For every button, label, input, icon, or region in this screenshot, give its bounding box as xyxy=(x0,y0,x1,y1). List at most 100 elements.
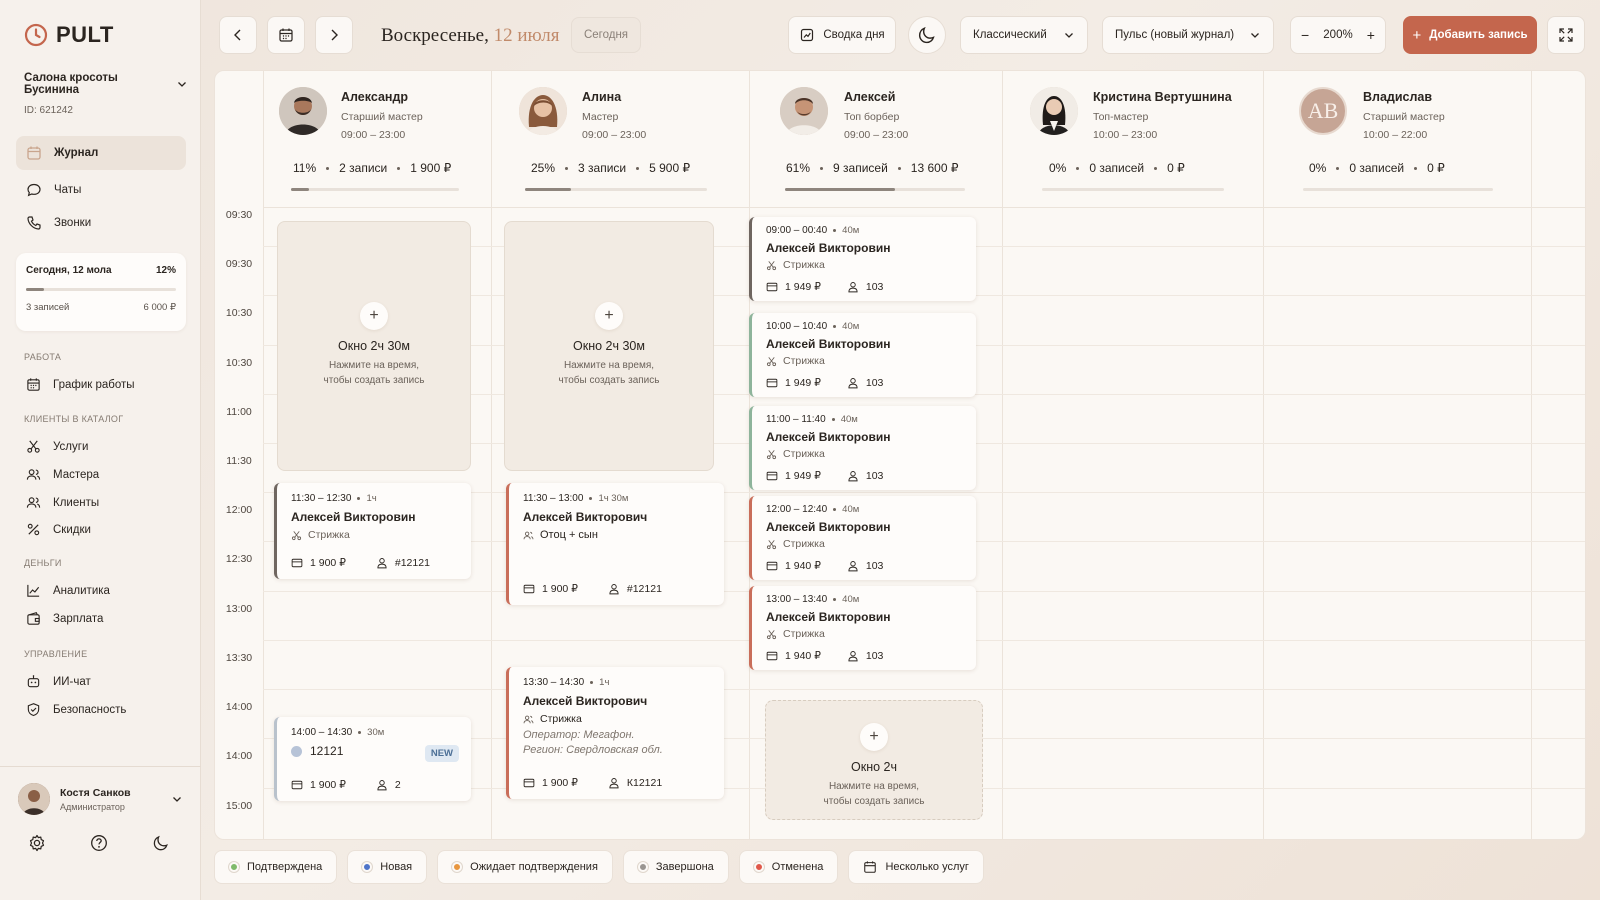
legend-cancelled[interactable]: Отменена xyxy=(738,850,839,884)
plus-icon[interactable]: + xyxy=(595,302,623,330)
appt-price: 1 900 ₽ xyxy=(542,583,578,595)
sidebar-item-analytics[interactable]: Аналитика xyxy=(26,583,110,598)
sidebar-item-salary[interactable]: Зарплата xyxy=(26,611,103,626)
sidebar-item-calls[interactable]: Звонки xyxy=(16,206,186,240)
appointment-card[interactable]: 11:00 – 11:40 40м Алексей Викторовин Стрижк… xyxy=(749,406,976,490)
time-label: 14:00 xyxy=(225,750,253,762)
sidebar-item-services[interactable]: Услуги xyxy=(26,439,88,454)
staff-amount: 13 600 ₽ xyxy=(910,161,959,175)
staff-hours: 10:00 – 23:00 xyxy=(1093,129,1158,141)
next-day-button[interactable] xyxy=(315,16,353,54)
journal-mode-select[interactable]: Пульс (новый журнал) xyxy=(1102,16,1274,54)
sidebar-item-label: График работы xyxy=(53,378,135,391)
user-icon xyxy=(848,561,858,572)
legend-label: Несколько услуг xyxy=(885,861,969,873)
free-slot-hint: чтобы создать запись xyxy=(558,375,660,386)
free-slot-hint: Нажмите на время, xyxy=(328,360,420,371)
time-label: 09:30 xyxy=(225,258,253,270)
staff-name: Александр xyxy=(341,90,409,104)
staff-records: 0 записей xyxy=(1089,161,1145,175)
user-menu[interactable]: Костя Санков Администратор xyxy=(18,783,183,815)
plus-icon[interactable]: + xyxy=(360,302,388,330)
chevron-left-icon xyxy=(234,29,241,41)
legend-confirmed[interactable]: Подтверждена xyxy=(214,850,338,884)
free-slot[interactable]: + Окно 2ч 30м Нажмите на время, чтобы со… xyxy=(504,221,714,471)
appointment-card[interactable]: 13:30 – 14:30 1ч Алексей Викторович Стриж… xyxy=(506,667,724,799)
free-slot[interactable]: + Окно 2ч 30м Нажмите на время, чтобы со… xyxy=(277,221,471,471)
prev-day-button[interactable] xyxy=(219,16,257,54)
staff-header-kristina[interactable]: Кристина Вертушнина Топ-мастер 10:00 – 2… xyxy=(1002,71,1263,207)
sidebar-item-schedule[interactable]: График работы xyxy=(26,377,135,392)
appt-client-name: Алексей Викторовин xyxy=(766,241,891,255)
card-icon xyxy=(766,378,778,388)
sidebar-item-masters[interactable]: Мастера xyxy=(26,467,99,482)
moon-icon[interactable] xyxy=(152,834,170,852)
appt-price: 1 949 ₽ xyxy=(785,377,821,389)
salon-selector[interactable]: Салона кросоты Бусинина ID: 621242 xyxy=(24,72,188,116)
calendar-picker-button[interactable] xyxy=(267,16,305,54)
appointment-card[interactable]: 11:30 – 12:30 1ч Алексей Викторовин Стриж… xyxy=(274,483,471,579)
section-management: УПРАВЛЕНИЕ xyxy=(24,649,88,659)
phone-icon xyxy=(27,216,41,230)
gear-icon[interactable] xyxy=(28,834,46,852)
appointment-card[interactable]: 12:00 – 12:40 40м Алексей Викторовин Стрижк… xyxy=(749,496,976,580)
sidebar-item-clients[interactable]: Клиенты xyxy=(26,495,99,510)
appt-client-name: Алексей Викторовин xyxy=(291,510,416,524)
appointment-card[interactable]: 13:00 – 13:40 40м Алексей Викторовин Стрижк… xyxy=(749,586,976,670)
staff-header-vladislav[interactable]: AB Владислав Старший мастер 10:00 – 22:0… xyxy=(1263,71,1531,207)
legend-multi-service[interactable]: Несколько услуг xyxy=(848,850,984,884)
user-icon xyxy=(377,780,387,791)
staff-header-alexander[interactable]: Александр Старший мастер 09:00 – 23:00 1… xyxy=(263,71,491,207)
logo[interactable]: PULT xyxy=(24,22,114,48)
today-progress-fill xyxy=(26,288,44,291)
sidebar-item-chats[interactable]: Чаты xyxy=(16,173,186,207)
legend-pending[interactable]: Ожидает подтверждения xyxy=(437,850,613,884)
free-slot[interactable]: + Окно 2ч Нажмите на время, чтобы создат… xyxy=(765,700,983,820)
staff-role: Мастер xyxy=(582,111,619,123)
time-label: 15:00 xyxy=(225,800,253,812)
staff-role: Топ-мастер xyxy=(1093,111,1149,123)
view-mode-value: Классический xyxy=(973,29,1047,41)
plus-icon[interactable]: + xyxy=(860,723,888,751)
legend-new[interactable]: Новая xyxy=(347,850,428,884)
users-icon xyxy=(26,497,41,508)
time-label: 12:30 xyxy=(225,553,253,565)
view-mode-select[interactable]: Классический xyxy=(960,16,1088,54)
zoom-value: 200% xyxy=(1323,29,1353,41)
sidebar-item-journal[interactable]: Журнал xyxy=(16,136,186,170)
staff-header-alina[interactable]: Алина Мастер 09:00 – 23:00 25% 3 записи … xyxy=(491,71,749,207)
staff-load-bar xyxy=(785,188,965,191)
appointment-card[interactable]: 10:00 – 10:40 40м Алексей Викторовин Стрижк… xyxy=(749,313,976,397)
zoom-in-button[interactable]: + xyxy=(1367,27,1375,43)
sidebar-item-ai-chat[interactable]: ИИ-чат xyxy=(26,674,91,689)
scissors-icon xyxy=(766,356,777,366)
staff-percent: 61% xyxy=(786,161,811,175)
sidebar-item-label: Журнал xyxy=(54,147,99,159)
theme-toggle-button[interactable] xyxy=(908,16,946,54)
appointment-card[interactable]: 14:00 – 14:30 30м 12121 NEW 1 900 ₽ 2 xyxy=(274,717,471,801)
avatar xyxy=(18,783,50,815)
appointment-card[interactable]: 09:00 – 00:40 40м Алексей Викторовин Стрижк… xyxy=(749,217,976,301)
staff-percent: 0% xyxy=(1309,161,1327,175)
appt-price: 1 900 ₽ xyxy=(542,777,578,789)
zoom-out-button[interactable]: − xyxy=(1301,27,1309,43)
chevron-down-icon xyxy=(173,797,181,802)
day-summary-button[interactable]: Сводка дня xyxy=(788,16,896,54)
fullscreen-button[interactable] xyxy=(1547,16,1585,54)
today-button[interactable]: Сегодня xyxy=(571,17,641,53)
staff-avatar xyxy=(279,87,327,135)
help-icon[interactable] xyxy=(90,834,108,852)
appt-duration: 1ч xyxy=(366,493,377,504)
today-summary-card[interactable]: Сегодня, 12 мола 12% 3 записей 6 000 ₽ xyxy=(16,253,186,331)
calendar-icon xyxy=(279,28,293,42)
sidebar-item-security[interactable]: Безопасность xyxy=(26,702,126,717)
legend-done[interactable]: Завершона xyxy=(622,850,729,884)
appt-duration: 1ч xyxy=(599,677,610,688)
sidebar-item-discounts[interactable]: Скидки xyxy=(26,522,91,537)
time-label: 11:30 xyxy=(226,455,252,467)
appointment-card[interactable]: 11:30 – 13:00 1ч 30м Алексей Викторович О… xyxy=(506,483,724,605)
staff-header-alexey[interactable]: Алексей Топ борбер 09:00 – 23:00 61% 9 з… xyxy=(749,71,1002,207)
staff-load-bar xyxy=(1303,188,1493,191)
add-record-button[interactable]: + Добавить запись xyxy=(1403,16,1537,54)
staff-avatar-initials: AB xyxy=(1299,87,1347,135)
